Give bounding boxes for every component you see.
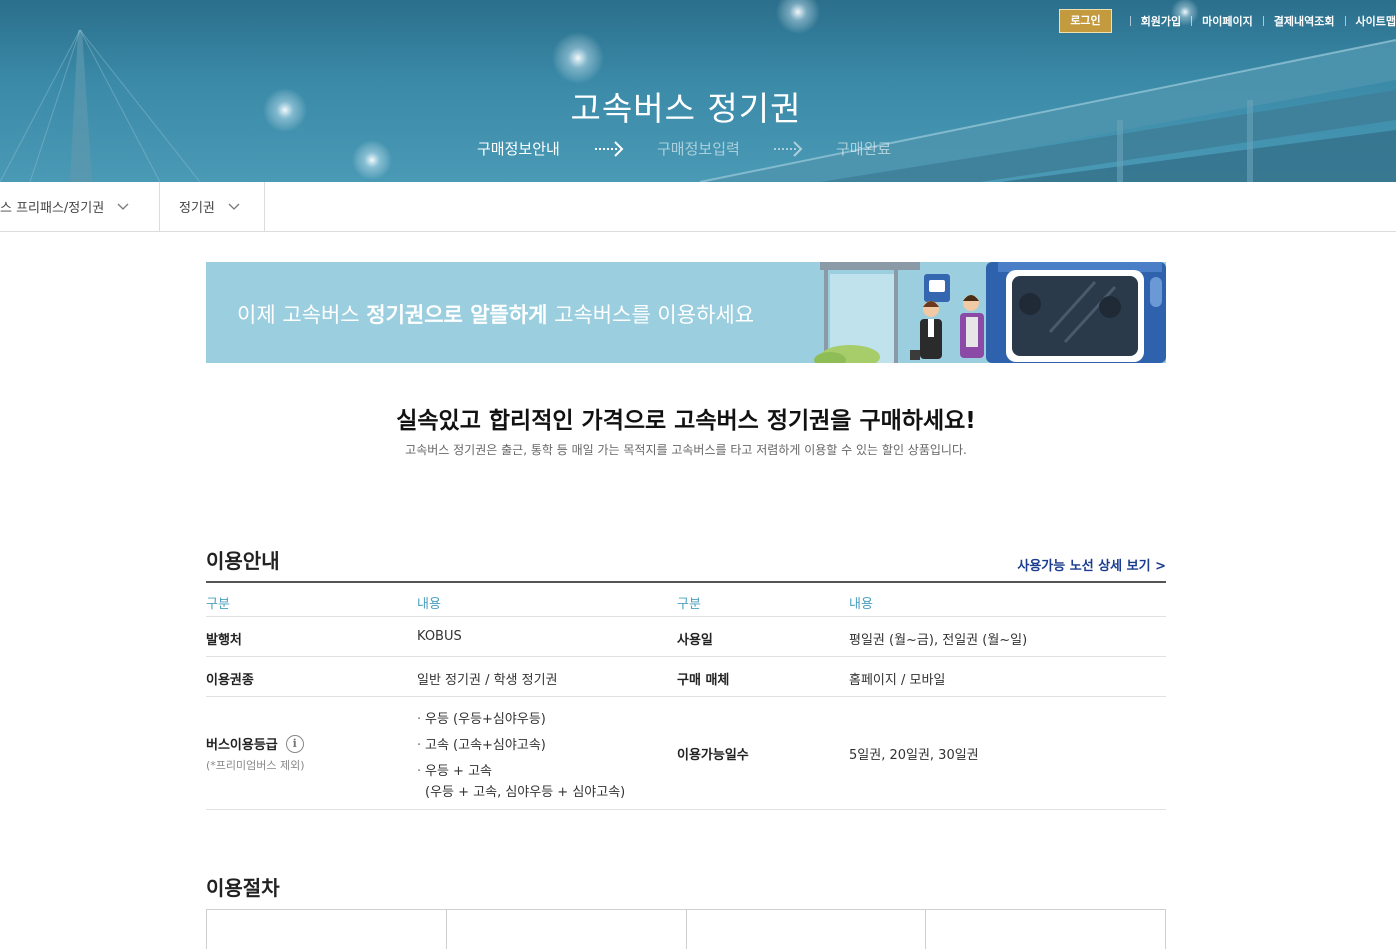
row-label: 버스이용등급 (206, 738, 278, 753)
procedure-title: 이용절차 (206, 876, 280, 900)
chevron-down-icon (117, 203, 129, 210)
chevron-down-icon (228, 203, 240, 210)
info-icon[interactable]: i (285, 734, 304, 753)
divider (1262, 16, 1264, 26)
premium-exclusion-note: (*프리미엄버스 제외) (206, 759, 305, 772)
column-header: 구분 (677, 597, 701, 612)
bus-grade-list: · 우등 (우등+심야우등) · 고속 (고속+심야고속) · 우등 + 고속 (우등… (417, 708, 625, 800)
list-item: · 고속 (고속+심야고속) (417, 738, 546, 753)
login-button[interactable]: 로그인 (1059, 9, 1112, 33)
hero-header: 로그인 회원가입 마이페이지 결제내역조회 사이트맵 고속버스 정기권 구매정보… (0, 0, 1396, 182)
route-detail-link[interactable]: 사용가능 노선 상세 보기 > (1017, 555, 1166, 574)
column-header: 내용 (849, 597, 873, 612)
row-label: 사용일 (677, 633, 713, 648)
divider (1344, 16, 1346, 26)
table-row: 이용권종 일반 정기권 / 학생 정기권 구매 매체 홈페이지 / 모바일 (206, 657, 1166, 697)
column-header: 내용 (417, 597, 441, 612)
banner-text-pre: 이제 고속버스 (237, 303, 367, 327)
procedure-steps (206, 909, 1166, 949)
row-value: 홈페이지 / 모바일 (849, 673, 946, 688)
row-label: 발행처 (206, 633, 242, 648)
divider (1191, 16, 1193, 26)
column-header: 구분 (206, 597, 230, 612)
step-arrow-icon (595, 141, 624, 157)
table-header-row: 구분 내용 구분 내용 (206, 583, 1166, 617)
banner-text-post: 고속버스를 이용하세요 (547, 303, 755, 327)
purchase-steps: 구매정보안내 구매정보입력 구매완료 (0, 138, 1396, 160)
location-dropdown-page[interactable]: 정기권 (160, 182, 265, 231)
row-value: KOBUS (417, 629, 462, 644)
row-value: 일반 정기권 / 학생 정기권 (417, 673, 558, 688)
location-dropdown-category[interactable]: 스 프리패스/정기권 (0, 182, 160, 231)
list-item-text: 우등 (우등+심야우등) (425, 712, 546, 727)
row-label: 이용가능일수 (677, 748, 749, 763)
procedure-step (447, 910, 687, 949)
intro-description: 고속버스 정기권은 출근, 통학 등 매일 가는 목적지를 고속버스를 타고 저… (405, 443, 967, 457)
banner-text-bold: 정기권으로 알뜰하게 (366, 303, 548, 327)
sitemap-link[interactable]: 사이트맵 (1356, 13, 1396, 29)
banner-illustration (814, 262, 1166, 363)
procedure-step (207, 910, 447, 949)
row-value: 5일권, 20일권, 30일권 (849, 748, 979, 763)
mypage-link[interactable]: 마이페이지 (1202, 13, 1253, 29)
intro-title: 실속있고 합리적인 가격으로 고속버스 정기권을 구매하세요! (396, 408, 976, 434)
procedure-step (687, 910, 927, 949)
page-title: 고속버스 정기권 (570, 89, 802, 128)
procedure-step (926, 910, 1165, 949)
list-item: · 우등 (우등+심야우등) (417, 712, 546, 727)
divider (1129, 16, 1131, 26)
step-purchase-info-input: 구매정보입력 (657, 140, 740, 158)
usage-guide-table: 구분 내용 구분 내용 발행처 KOBUS 사용일 평일권 (월~금), 전일권… (206, 581, 1166, 810)
list-item-text: 고속 (고속+심야고속) (425, 738, 546, 753)
location-bar: 스 프리패스/정기권 정기권 (0, 182, 1396, 232)
row-label: 이용권종 (206, 673, 254, 688)
bus-grade-label-wrap: 버스이용등급 i (206, 734, 304, 753)
list-item-text: 우등 + 고속 (425, 764, 492, 779)
location-label: 정기권 (179, 201, 215, 216)
banner-text: 이제 고속버스 정기권으로 알뜰하게 고속버스를 이용하세요 (237, 299, 754, 329)
payment-history-link[interactable]: 결제내역조회 (1274, 13, 1335, 29)
list-item: · 우등 + 고속 (417, 764, 492, 779)
promo-banner: 이제 고속버스 정기권으로 알뜰하게 고속버스를 이용하세요 (206, 262, 1166, 363)
step-purchase-complete: 구매완료 (836, 140, 892, 158)
table-row: 버스이용등급 i (*프리미엄버스 제외) · 우등 (우등+심야우등) · 고속 … (206, 697, 1166, 810)
table-row: 발행처 KOBUS 사용일 평일권 (월~금), 전일권 (월~일) (206, 617, 1166, 657)
step-arrow-icon (774, 141, 803, 157)
row-value: 평일권 (월~금), 전일권 (월~일) (849, 633, 1028, 648)
join-link[interactable]: 회원가입 (1141, 13, 1181, 29)
location-label: 스 프리패스/정기권 (0, 201, 105, 216)
utility-nav: 로그인 회원가입 마이페이지 결제내역조회 사이트맵 (1059, 8, 1396, 34)
row-label: 구매 매체 (677, 673, 730, 688)
step-purchase-info-guide: 구매정보안내 (477, 140, 560, 158)
usage-guide-title: 이용안내 (206, 549, 280, 573)
